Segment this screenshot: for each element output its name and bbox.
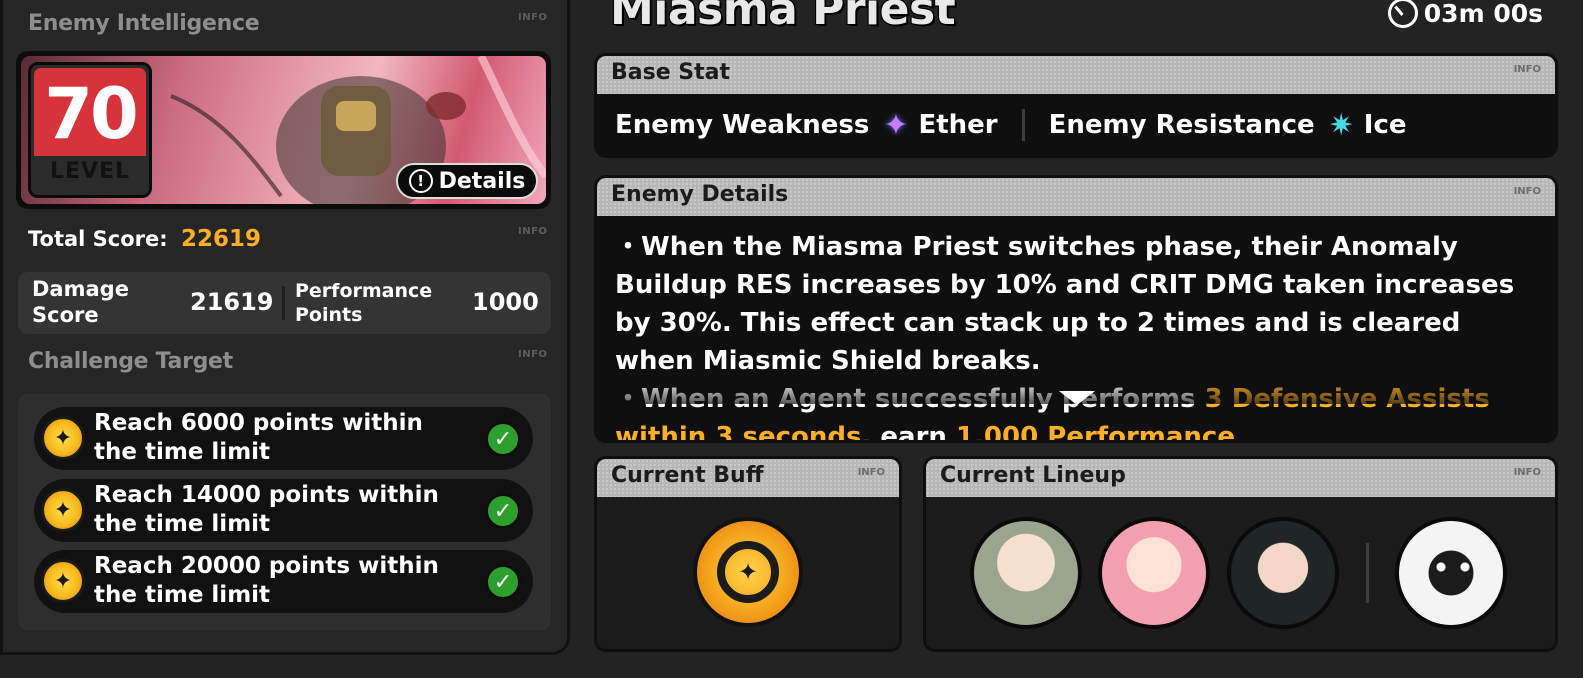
enemy-details-text[interactable]: ・When the Miasma Priest switches phase, …	[597, 216, 1555, 440]
agent-portrait-3[interactable]	[1227, 517, 1339, 629]
enemy-intel-title: Enemy Intelligence	[28, 11, 260, 36]
ice-icon: ✷	[1328, 107, 1354, 143]
enemy-name: Miasma Priest	[610, 0, 956, 35]
info-tag[interactable]: INFO	[518, 226, 547, 237]
divider	[1021, 109, 1025, 141]
lineup-area	[926, 497, 1555, 649]
challenge-target-list: ✦ Reach 6000 points within the time limit…	[18, 394, 551, 630]
clock-icon	[1387, 0, 1418, 28]
chevron-down-icon[interactable]	[1059, 391, 1095, 405]
level-value: 70	[34, 68, 146, 156]
target-medal-icon: ✦	[41, 488, 85, 532]
info-tag[interactable]: INFO	[518, 12, 547, 23]
performance-points-value: 1000	[472, 288, 539, 316]
check-icon: ✓	[485, 421, 521, 457]
base-stat-card: Base Stat INFO Enemy Weakness ✦ Ether En…	[594, 53, 1558, 158]
level-badge: 70 LEVEL	[28, 62, 152, 198]
target-text: Reach 14000 points within the time limit	[94, 482, 439, 537]
card-header	[597, 56, 1555, 94]
info-tag[interactable]: INFO	[1514, 186, 1541, 197]
total-score-label: Total Score:	[28, 227, 168, 251]
damage-score-value: 21619	[190, 288, 274, 316]
challenge-target-item: ✦ Reach 14000 points within the time limi…	[34, 479, 533, 542]
enemy-details-card: Enemy Details INFO ・When the Miasma Prie…	[594, 175, 1558, 443]
info-tag[interactable]: INFO	[518, 349, 547, 360]
base-stat-row: Enemy Weakness ✦ Ether Enemy Resistance …	[597, 94, 1555, 155]
bangboo-portrait[interactable]	[1395, 517, 1507, 629]
weakness-value: Ether	[918, 110, 998, 140]
buff-icon[interactable]: ✦	[693, 517, 803, 627]
details-button-label: Details	[438, 168, 526, 194]
timer-value: 03m 00s	[1423, 0, 1543, 28]
bullet: ・	[615, 232, 642, 262]
target-text: Reach 20000 points within the time limit	[94, 553, 439, 608]
agent-portrait-1[interactable]	[970, 517, 1082, 629]
check-icon: ✓	[485, 564, 521, 600]
performance-points-label: Performance Points	[295, 280, 433, 326]
info-tag[interactable]: INFO	[858, 467, 885, 478]
weakness-label: Enemy Weakness	[615, 110, 870, 140]
target-text: Reach 6000 points within the time limit	[94, 410, 423, 465]
buff-emblem-icon: ✦	[717, 541, 779, 603]
target-medal-icon: ✦	[41, 559, 85, 603]
total-score-row: Total Score: 22619	[28, 226, 261, 252]
check-icon: ✓	[485, 493, 521, 529]
current-lineup-card: Current Lineup INFO	[923, 456, 1558, 652]
detail-paragraph: ・When the Miasma Priest switches phase, …	[615, 232, 1515, 376]
buff-area: ✦	[597, 497, 899, 649]
timer: 03m 00s	[1387, 0, 1543, 28]
score-breakdown: Damage Score 21619 Performance Points 10…	[18, 272, 551, 334]
agent-portrait-2[interactable]	[1098, 517, 1210, 629]
alert-icon: !	[408, 169, 433, 193]
challenge-target-item: ✦ Reach 20000 points within the time limi…	[34, 550, 533, 613]
base-stat-title: Base Stat	[611, 60, 731, 85]
challenge-target-title: Challenge Target	[28, 349, 233, 374]
details-button[interactable]: ! Details	[396, 163, 538, 199]
enemy-details-title: Enemy Details	[611, 182, 789, 207]
damage-score-label: Damage Score	[32, 277, 129, 327]
total-score-value: 22619	[181, 226, 262, 252]
resistance-label: Enemy Resistance	[1048, 110, 1315, 140]
current-buff-card: Current Buff INFO ✦	[594, 456, 902, 652]
current-lineup-title: Current Lineup	[940, 463, 1126, 488]
info-tag[interactable]: INFO	[1514, 467, 1541, 478]
ether-icon: ✦	[883, 107, 909, 143]
divider	[1366, 543, 1369, 603]
info-tag[interactable]: INFO	[1514, 64, 1541, 75]
resistance-value: Ice	[1363, 110, 1407, 140]
current-buff-title: Current Buff	[611, 463, 764, 488]
divider	[282, 286, 285, 320]
target-medal-icon: ✦	[41, 416, 85, 460]
level-label: LEVEL	[49, 159, 131, 184]
challenge-target-item: ✦ Reach 6000 points within the time limit…	[34, 407, 533, 470]
